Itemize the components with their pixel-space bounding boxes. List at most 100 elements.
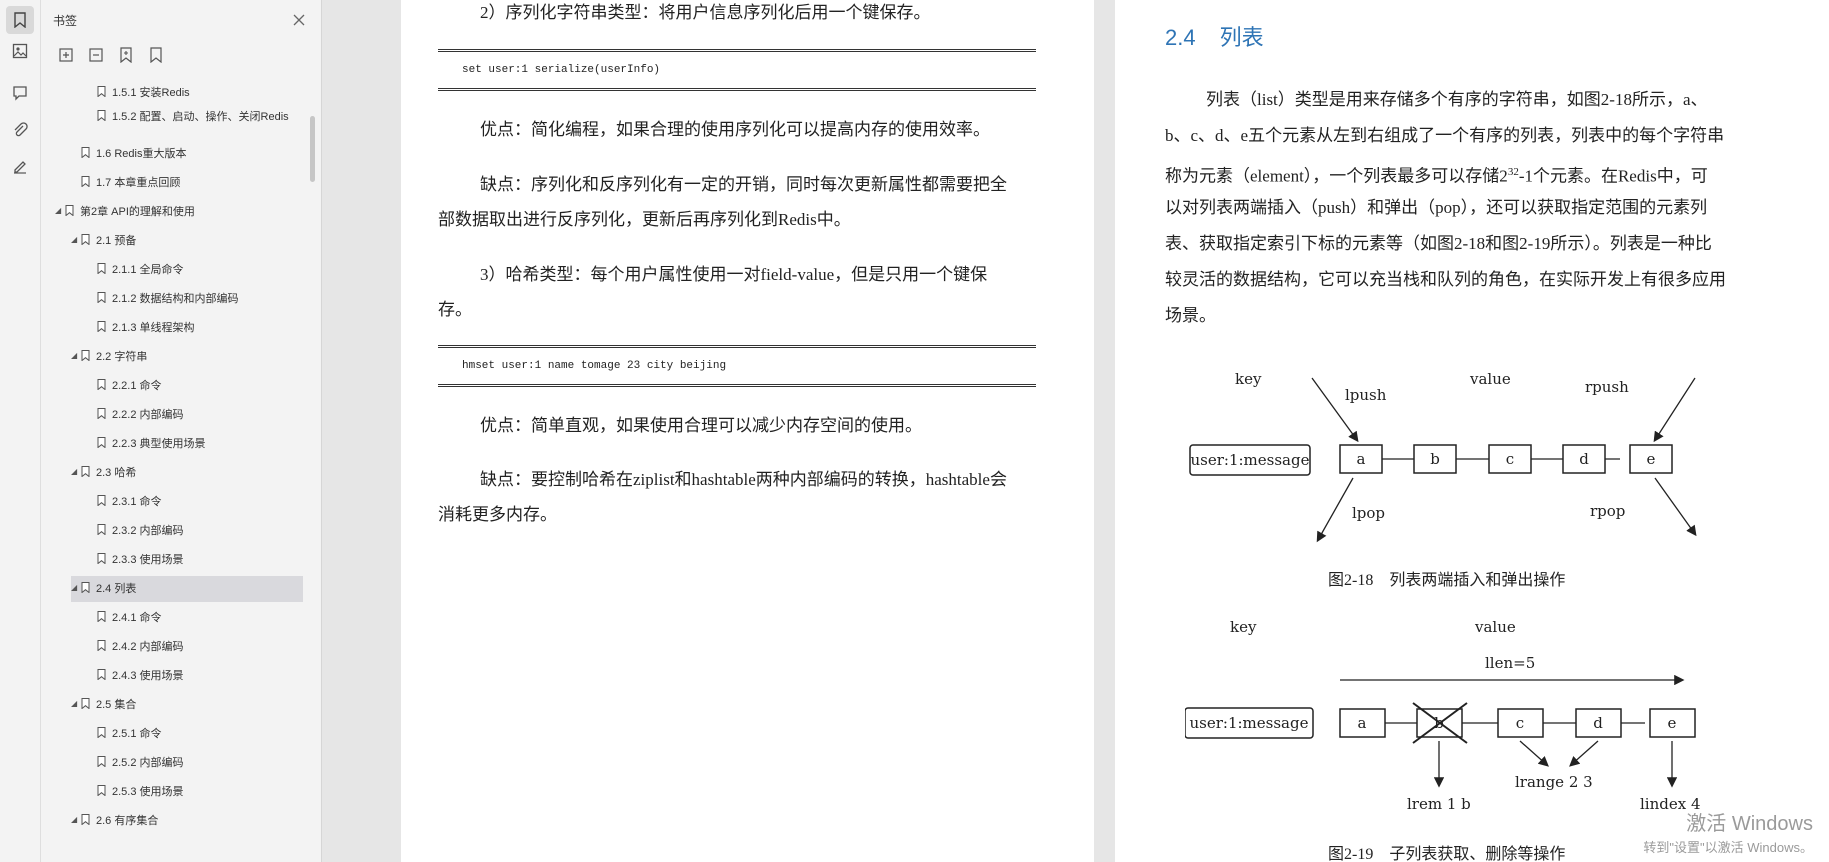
paragraph-line: 场景。 <box>1165 306 1216 325</box>
superscript: 32 <box>1507 166 1519 178</box>
bookmark-item[interactable]: 2.5.1 命令 <box>87 721 303 747</box>
paragraph-text: -1个元素。在Redis中，可 <box>1518 166 1708 186</box>
bookmark-item[interactable]: ◢ 2.5 集合 <box>71 692 303 718</box>
bookmark-icon <box>81 234 90 245</box>
bookmark-icon <box>97 321 106 332</box>
bookmark-item[interactable]: 1.7 本章重点回顾 <box>71 170 303 196</box>
paragraph: 3）哈希类型：每个用户属性使用一对field-value，但是只用一个键保 <box>480 265 988 284</box>
bookmark-icon <box>97 727 106 738</box>
code-text: hmset user:1 name tomage 23 city beijing <box>462 360 727 372</box>
expand-triangle-icon[interactable]: ◢ <box>71 351 81 360</box>
bookmark-label: 2.2 字符串 <box>96 351 148 363</box>
signature-icon <box>14 161 26 174</box>
value-label: value <box>1469 370 1511 388</box>
element-label: d <box>1593 714 1603 732</box>
pdf-reader-window: 书签 1.5.1 安装Redis 1.5.2 配置、启动、操作、关闭Redis 1.… <box>0 0 1829 862</box>
bookmark-item[interactable]: 2.4.1 命令 <box>87 605 303 631</box>
expand-triangle-icon[interactable]: ◢ <box>71 583 81 592</box>
rpop-arrow <box>1654 477 1697 537</box>
figure-caption: 图2-19 子列表获取、删除等操作 <box>1328 846 1566 862</box>
bookmark-item[interactable]: 2.2.1 命令 <box>87 373 303 399</box>
paragraph-line: b、c、d、e五个元素从左到右组成了一个有序的列表，列表中的每个字符串 <box>1165 126 1725 145</box>
bookmark-item[interactable]: ◢ 2.2 字符串 <box>71 344 303 370</box>
bookmark-label: 2.4.1 命令 <box>112 612 162 624</box>
bookmark-item[interactable]: 2.2.2 内部编码 <box>87 402 303 428</box>
bookmark-item[interactable]: 2.3.3 使用场景 <box>87 547 303 573</box>
bookmark-icon <box>97 292 106 303</box>
bookmark-label: 1.7 本章重点回顾 <box>96 177 181 189</box>
bookmark-toolbar <box>57 46 165 64</box>
bookmark-button[interactable] <box>147 46 165 64</box>
thumbnail-panel-button[interactable] <box>6 37 34 65</box>
bookmark-icon <box>97 110 106 121</box>
key-label: key <box>1235 370 1262 388</box>
code-text: set user:1 serialize(userInfo) <box>462 64 661 76</box>
bookmark-item[interactable]: 2.5.3 使用场景 <box>87 779 303 805</box>
bookmark-item[interactable]: 1.5.1 安装Redis <box>87 80 303 106</box>
panel-scrollbar[interactable] <box>310 116 315 182</box>
expand-triangle-icon[interactable]: ◢ <box>55 206 65 215</box>
expand-triangle-icon[interactable]: ◢ <box>71 699 81 708</box>
comment-icon <box>13 86 27 101</box>
rpop-label: rpop <box>1590 502 1625 520</box>
comment-panel-button[interactable] <box>6 79 34 107</box>
key-text: user:1:message <box>1190 714 1309 732</box>
activation-watermark: 激活 Windows <box>1686 813 1813 835</box>
expand-all-button[interactable] <box>57 46 75 64</box>
bookmark-item[interactable]: 1.6 Redis重大版本 <box>71 141 303 167</box>
bookmark-item[interactable]: 2.2.3 典型使用场景 <box>87 431 303 457</box>
bookmark-item[interactable]: 2.5.2 内部编码 <box>87 750 303 776</box>
signature-panel-button[interactable] <box>6 152 34 180</box>
paragraph: 消耗更多内存。 <box>438 505 557 524</box>
expand-all-icon <box>59 48 73 62</box>
document-view[interactable]: 2）序列化字符串类型：将用户信息序列化后用一个键保存。 set user:1 s… <box>322 0 1829 862</box>
expand-triangle-icon[interactable]: ◢ <box>71 815 81 824</box>
llen-label: llen=5 <box>1485 654 1535 672</box>
bookmark-label: 1.6 Redis重大版本 <box>96 148 187 160</box>
bookmark-label: 1.5.1 安装Redis <box>112 87 190 99</box>
bookmark-label: 2.1 预备 <box>96 235 137 247</box>
paragraph: 2）序列化字符串类型：将用户信息序列化后用一个键保存。 <box>480 3 931 22</box>
code-block: set user:1 serialize(userInfo) <box>438 49 1036 91</box>
bookmark-icon <box>97 379 106 390</box>
element-label: c <box>1506 450 1514 468</box>
paragraph-line: 列表（list）类型是用来存储多个有序的字符串，如图2-18所示，a、 <box>1206 90 1708 109</box>
bookmark-label: 第2章 API的理解和使用 <box>80 206 195 218</box>
add-bookmark-button[interactable] <box>117 46 135 64</box>
bookmark-item[interactable]: 2.1.1 全局命令 <box>87 257 303 283</box>
collapse-all-button[interactable] <box>87 46 105 64</box>
key-text: user:1:message <box>1191 451 1310 469</box>
bookmark-item[interactable]: 1.5.2 配置、启动、操作、关闭Redis <box>87 104 303 144</box>
bookmark-item[interactable]: ◢ 2.4 列表 <box>71 576 303 602</box>
bookmark-item[interactable]: 2.4.3 使用场景 <box>87 663 303 689</box>
bookmark-item[interactable]: ◢ 2.1 预备 <box>71 228 303 254</box>
bookmark-item[interactable]: ◢ 2.3 哈希 <box>71 460 303 486</box>
close-panel-button[interactable] <box>291 12 307 28</box>
paragraph: 部数据取出进行反序列化，更新后再序列化到Redis中。 <box>438 210 851 229</box>
expand-triangle-icon[interactable]: ◢ <box>71 467 81 476</box>
bookmark-item[interactable]: 2.1.2 数据结构和内部编码 <box>87 286 303 312</box>
bookmark-item[interactable]: ◢ 2.6 有序集合 <box>71 808 303 834</box>
bookmark-icon <box>97 437 106 448</box>
paragraph-line: 以对列表两端插入（push）和弹出（pop），还可以获取指定范围的元素列 <box>1165 198 1708 217</box>
bookmark-icon <box>97 756 106 767</box>
bookmark-item[interactable]: ◢ 第2章 API的理解和使用 <box>55 199 303 225</box>
bookmark-label: 2.1.1 全局命令 <box>112 264 184 276</box>
bookmark-item[interactable]: 2.3.2 内部编码 <box>87 518 303 544</box>
bookmark-label: 2.4 列表 <box>96 583 137 595</box>
bookmark-item[interactable]: 2.4.2 内部编码 <box>87 634 303 660</box>
attachment-panel-button[interactable] <box>6 116 34 144</box>
bookmark-panel-button[interactable] <box>6 6 34 34</box>
value-label: value <box>1474 618 1516 636</box>
bookmark-icon <box>97 785 106 796</box>
key-label: key <box>1230 618 1257 636</box>
expand-triangle-icon[interactable]: ◢ <box>71 235 81 244</box>
bookmark-label: 2.6 有序集合 <box>96 815 159 827</box>
code-block: hmset user:1 name tomage 23 city beijing <box>438 345 1036 387</box>
bookmark-item[interactable]: 2.1.3 单线程架构 <box>87 315 303 341</box>
bookmark-icon <box>81 466 90 477</box>
figure-2-19: key value llen=5 user:1:message a b c d <box>1185 618 1701 813</box>
paragraph: 优点：简单直观，如果使用合理可以减少内存空间的使用。 <box>480 416 922 435</box>
paragraph-line: 表、获取指定索引下标的元素等（如图2-18和图2-19所示）。列表是一种比 <box>1165 234 1712 253</box>
bookmark-item[interactable]: 2.3.1 命令 <box>87 489 303 515</box>
